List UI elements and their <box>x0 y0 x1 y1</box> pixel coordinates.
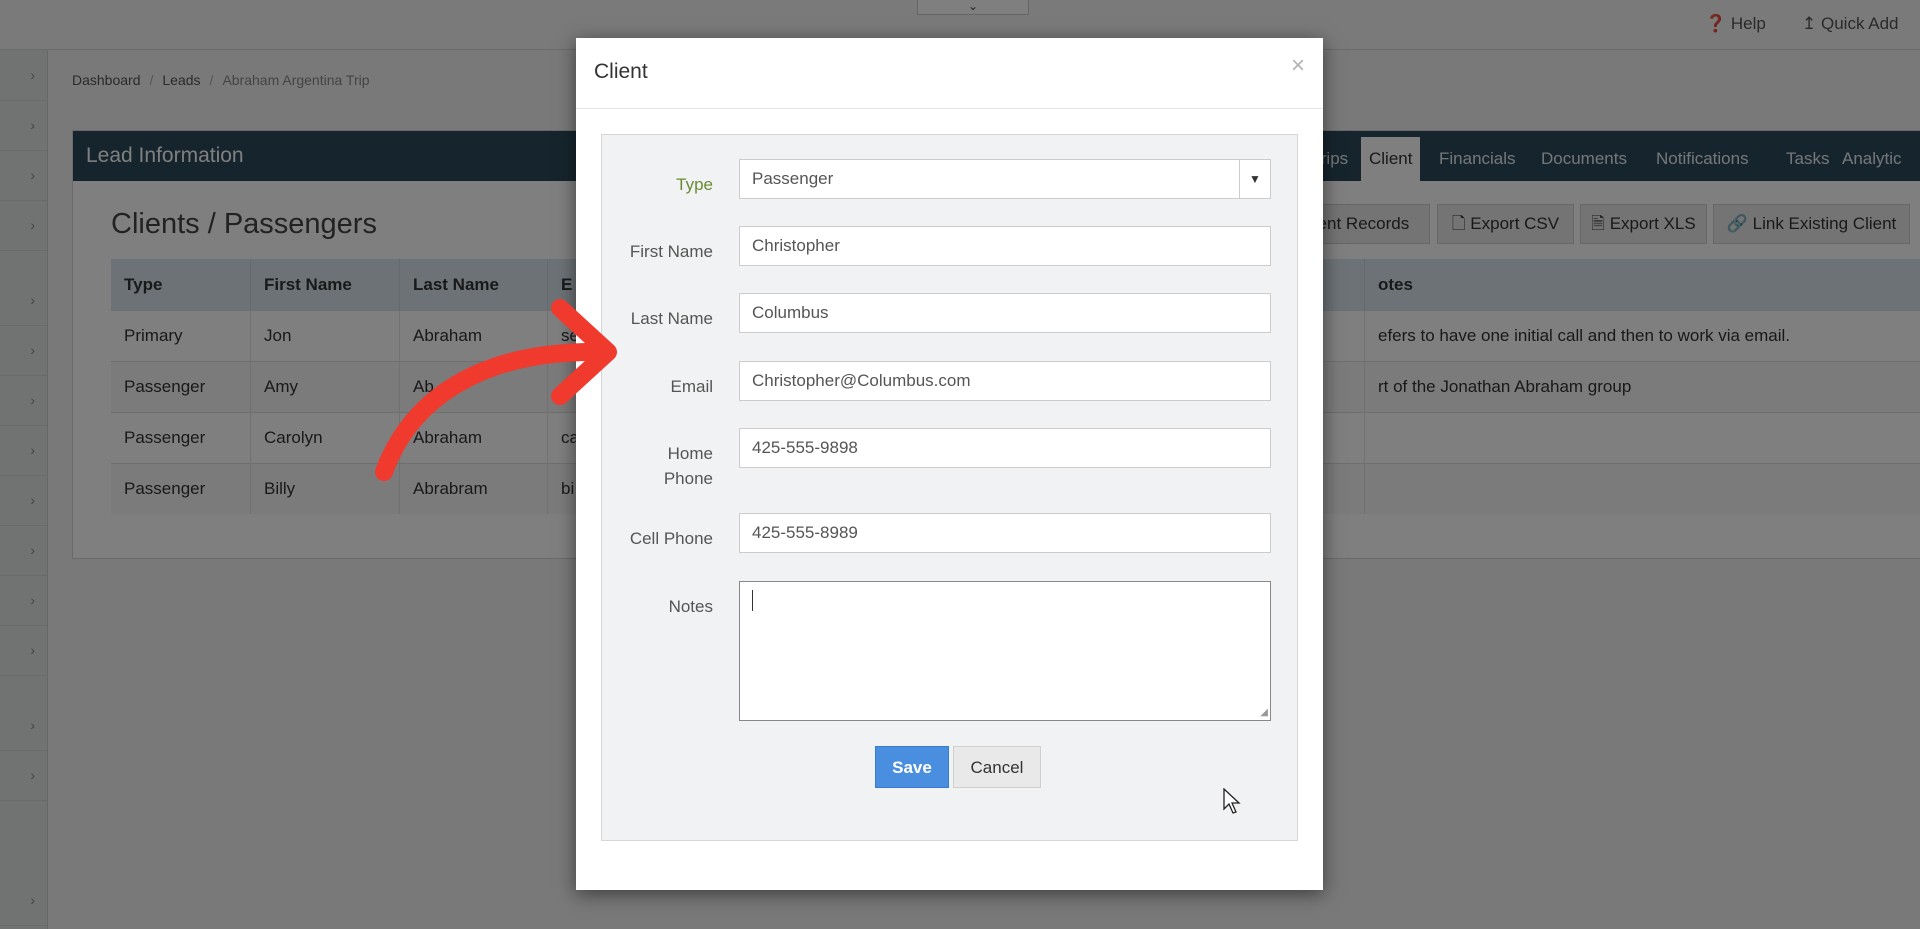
save-button[interactable]: Save <box>875 746 949 788</box>
first-name-field[interactable]: Christopher <box>739 226 1271 266</box>
email-field[interactable]: Christopher@Columbus.com <box>739 361 1271 401</box>
last-name-field[interactable]: Columbus <box>739 293 1271 333</box>
modal-title: Client <box>594 60 648 83</box>
type-label: Type <box>676 175 713 194</box>
notes-textarea[interactable]: ◢ <box>739 581 1271 721</box>
client-modal: Client × Type Passenger ▼ First Name Chr… <box>576 38 1323 890</box>
cell-phone-field[interactable]: 425-555-8989 <box>739 513 1271 553</box>
close-icon[interactable]: × <box>1291 54 1305 78</box>
mouse-pointer-icon <box>1223 788 1241 814</box>
client-form: Type Passenger ▼ First Name Christopher … <box>601 134 1298 841</box>
notes-label: Notes <box>668 597 713 616</box>
caret-down-icon: ▼ <box>1239 160 1270 198</box>
cell-phone-label: Cell Phone <box>629 529 713 548</box>
type-select[interactable]: Passenger ▼ <box>739 159 1271 199</box>
cancel-button[interactable]: Cancel <box>953 746 1041 788</box>
home-phone-field[interactable]: 425-555-9898 <box>739 428 1271 468</box>
annotation-arrow-icon <box>375 299 617 481</box>
resize-handle-icon[interactable]: ◢ <box>1260 708 1268 718</box>
first-name-label: First Name <box>629 242 713 261</box>
text-cursor <box>752 590 753 611</box>
modal-header: Client × <box>576 38 1323 109</box>
